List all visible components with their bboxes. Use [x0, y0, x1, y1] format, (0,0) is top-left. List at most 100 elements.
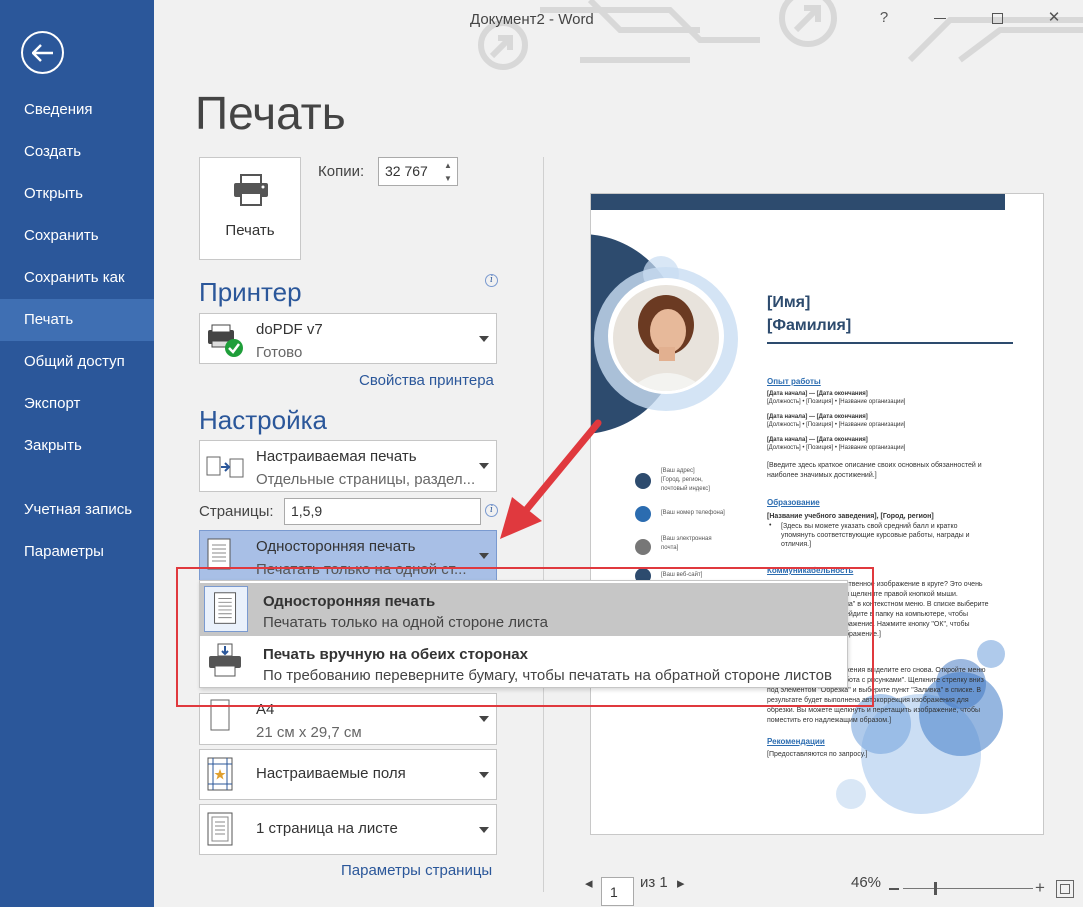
sidebar-item-account[interactable]: Учетная запись: [0, 489, 154, 531]
pages-label: Страницы:: [199, 503, 274, 520]
zoom-slider-thumb[interactable]: [934, 882, 937, 895]
sidebar-item-save[interactable]: Сохранить: [0, 215, 154, 257]
arrow-left-icon: [31, 43, 53, 62]
printer-icon: [234, 174, 268, 206]
preview-edu-bullet: •: [769, 522, 772, 529]
minimize-icon: [934, 17, 946, 19]
pages-input[interactable]: 1,5,9: [284, 498, 481, 525]
preview-job-line: [Должность] • [Позиция] • [Название орга…: [767, 399, 906, 405]
preview-edu-text: упомянуть соответствующие курсовые работ…: [781, 532, 970, 539]
pages-per-sheet-title: 1 страница на листе: [256, 820, 398, 837]
preview-job-dates: [Дата начала] — [Дата окончания]: [767, 437, 868, 443]
preview-exp-heading: Опыт работы: [767, 377, 821, 386]
print-range-sub: Отдельные страницы, раздел...: [256, 471, 474, 488]
preview-job-desc: [Введите здесь краткое описание своих ос…: [767, 462, 982, 469]
sidebar-item-export[interactable]: Экспорт: [0, 383, 154, 425]
preview-surname: [Фамилия]: [767, 317, 852, 334]
chevron-down-icon: [479, 716, 489, 722]
preview-contact-text: [Город, регион,: [661, 477, 703, 483]
phone-icon: [635, 506, 651, 522]
prev-page-button[interactable]: ◂: [585, 874, 593, 892]
print-button-label: Печать: [225, 222, 275, 239]
preview-job-desc: наиболее значимых достижений.]: [767, 472, 877, 479]
chevron-down-icon: [479, 827, 489, 833]
preview-contact-text: почтовый индекс]: [661, 486, 710, 492]
preview-edu-text: отличия.]: [781, 541, 812, 548]
preview-job-line: [Должность] • [Позиция] • [Название орга…: [767, 445, 906, 451]
preview-contact-text: [Ваш электронная: [661, 536, 712, 542]
page-number-input[interactable]: 1: [601, 877, 634, 906]
printer-ready-icon: [208, 324, 243, 357]
sidebar-item-save-as[interactable]: Сохранить как: [0, 257, 154, 299]
sidebar-item-print[interactable]: Печать: [0, 299, 154, 341]
paper-size-sub: 21 см x 29,7 см: [256, 724, 362, 741]
preview-name: [Имя]: [767, 294, 811, 311]
margins-dropdown[interactable]: Настраиваемые поля: [199, 749, 497, 800]
fit-page-icon[interactable]: [1056, 880, 1074, 898]
settings-heading: Настройка: [199, 405, 327, 435]
printer-dropdown[interactable]: doPDF v7 Готово: [199, 313, 497, 364]
help-button[interactable]: ?: [864, 6, 904, 30]
email-icon: [635, 539, 651, 555]
minimize-button[interactable]: [920, 6, 960, 30]
print-preview: [Имя] [Фамилия] Опыт работы [Дата начала…: [590, 193, 1044, 835]
copies-down-button[interactable]: ▼: [441, 172, 455, 185]
page-title: Печать: [195, 87, 346, 139]
printer-status: Готово: [256, 344, 303, 361]
copies-label: Копии:: [318, 163, 365, 180]
preview-p2-text: поместить его надлежащим образом.]: [767, 717, 892, 724]
preview-rec-line: [Предоставляются по запросу.]: [767, 751, 868, 758]
printer-name: doPDF v7: [256, 321, 323, 338]
annotation-arrow: [500, 419, 602, 539]
sidebar-item-open[interactable]: Открыть: [0, 173, 154, 215]
margins-title: Настраиваемые поля: [256, 765, 406, 782]
zoom-in-button[interactable]: +: [1035, 878, 1045, 898]
next-page-button[interactable]: ▸: [677, 874, 685, 892]
chevron-down-icon: [479, 553, 489, 559]
printer-properties-link[interactable]: Свойства принтера: [359, 372, 494, 389]
zoom-slider[interactable]: [903, 888, 1033, 889]
sidebar-item-info[interactable]: Сведения: [0, 89, 154, 131]
preview-p2-text: обрезки. Вы можете щелкнуть и перетащить…: [767, 707, 980, 714]
printer-heading: Принтер: [199, 277, 302, 307]
sidebar-item-close[interactable]: Закрыть: [0, 425, 154, 467]
copies-value: 32 767: [385, 163, 428, 179]
zoom-out-button[interactable]: [889, 888, 899, 890]
sides-title: Односторонняя печать: [256, 538, 416, 555]
page-count-label: из 1: [640, 874, 668, 891]
preview-contact-text: [Ваш номер телефона]: [661, 510, 725, 516]
chevron-down-icon: [479, 463, 489, 469]
preview-edu-heading: Образование: [767, 498, 820, 507]
chevron-down-icon: [479, 336, 489, 342]
sidebar-item-new[interactable]: Создать: [0, 131, 154, 173]
preview-edu-text: [Здесь вы можете указать свой средний ба…: [781, 523, 958, 530]
pages-per-sheet-dropdown[interactable]: 1 страница на листе: [199, 804, 497, 855]
margins-icon: [207, 757, 233, 791]
sidebar-item-share[interactable]: Общий доступ: [0, 341, 154, 383]
print-range-dropdown[interactable]: Настраиваемая печать Отдельные страницы,…: [199, 440, 497, 492]
copies-up-button[interactable]: ▲: [441, 159, 455, 172]
restore-icon: [991, 12, 1003, 24]
zoom-level: 46%: [851, 874, 882, 891]
preview-contact-text: почта]: [661, 545, 679, 551]
preview-job-line: [Должность] • [Позиция] • [Название орга…: [767, 422, 906, 428]
sidebar-item-options[interactable]: Параметры: [0, 531, 154, 573]
restore-button[interactable]: [977, 6, 1017, 30]
page-per-sheet-icon: [207, 812, 233, 846]
preview-contact-text: [Ваш адрес]: [661, 468, 695, 474]
preview-job-dates: [Дата начала] — [Дата окончания]: [767, 391, 868, 397]
print-range-title: Настраиваемая печать: [256, 448, 417, 465]
profile-photo: [613, 285, 719, 391]
print-button[interactable]: Печать: [199, 157, 301, 260]
preview-name-rule: [767, 342, 1013, 344]
info-icon[interactable]: i: [485, 274, 498, 287]
preview-rec-heading: Рекомендации: [767, 737, 825, 746]
annotation-highlight-frame: [176, 567, 874, 707]
copies-spinner[interactable]: 32 767 ▲ ▼: [378, 157, 458, 186]
page-setup-link[interactable]: Параметры страницы: [341, 862, 492, 879]
chevron-down-icon: [479, 772, 489, 778]
location-icon: [635, 473, 651, 489]
back-button[interactable]: [21, 31, 64, 74]
custom-print-icon: [206, 456, 244, 478]
close-window-button[interactable]: ✕: [1034, 6, 1074, 30]
